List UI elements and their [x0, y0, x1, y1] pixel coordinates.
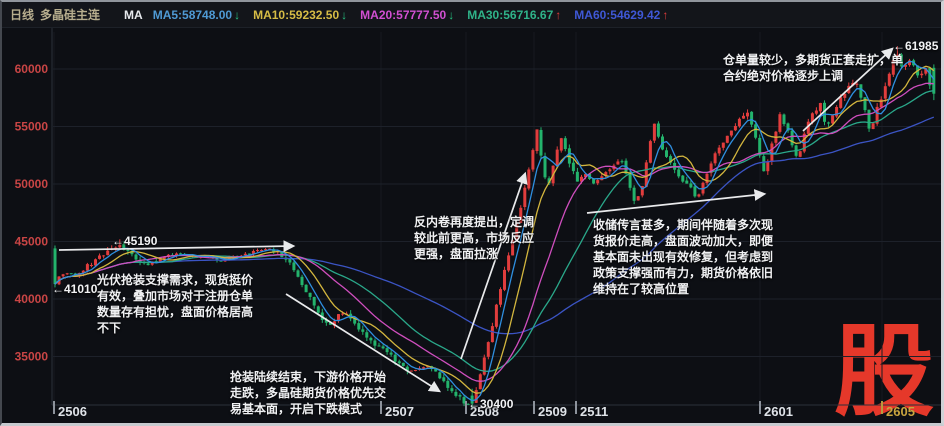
x-axis-label: 2506	[58, 404, 87, 419]
x-axis-label: 2601	[764, 404, 793, 419]
y-axis-label: 40000	[15, 292, 49, 306]
annotation-arrow	[586, 189, 767, 214]
price-tag: ←45190	[112, 234, 158, 248]
x-axis-label: 2511	[580, 404, 608, 419]
annotation-anti-involution: 反内卷再度提出，定调较此前更高，市场反应更强，盘面拉涨	[414, 215, 535, 261]
x-axis-label: 2509	[538, 404, 567, 419]
price-tag: ←41010	[52, 282, 98, 296]
y-axis-label: 55000	[15, 120, 49, 134]
y-axis-label: 60000	[15, 62, 49, 76]
price-tag: ←30400	[468, 397, 514, 411]
annotation-pv-rush-demand: 光伏抢装支撑需求，现货挺价有效，叠加市场对于注册仓单数量存有担忧，盘面价格居高不…	[97, 273, 254, 335]
x-axis-label: 2605	[886, 404, 915, 419]
chart-area: 60000 55000 50000 45000 40000 35000 2506 2507 25…	[2, 2, 941, 423]
y-axis-label: 45000	[15, 235, 49, 249]
price-tag: ←61985	[893, 39, 939, 53]
annotation-downtrend-start: 抢装陆续结束，下游价格开始走跌，多晶硅期货价格优先交易基本面，开启下跌模式	[230, 370, 387, 416]
annotation-warehouse-receipts: 仓单量较少，多期货正套走扩，单合约绝对价格逐步上调	[723, 53, 904, 83]
trading-chart-window: 日线 多晶硅主连 MA MA5:58748.00 ↓ MA10:59232.50 ↓ M…	[0, 0, 944, 426]
y-axis-label: 50000	[15, 177, 49, 191]
y-axis-label: 35000	[15, 350, 49, 364]
annotation-stockpiling-rumors: 收储传言甚多，期间伴随着多次现货报价走高，盘面波动加大，即便基本面未出现有效修复…	[593, 218, 774, 296]
